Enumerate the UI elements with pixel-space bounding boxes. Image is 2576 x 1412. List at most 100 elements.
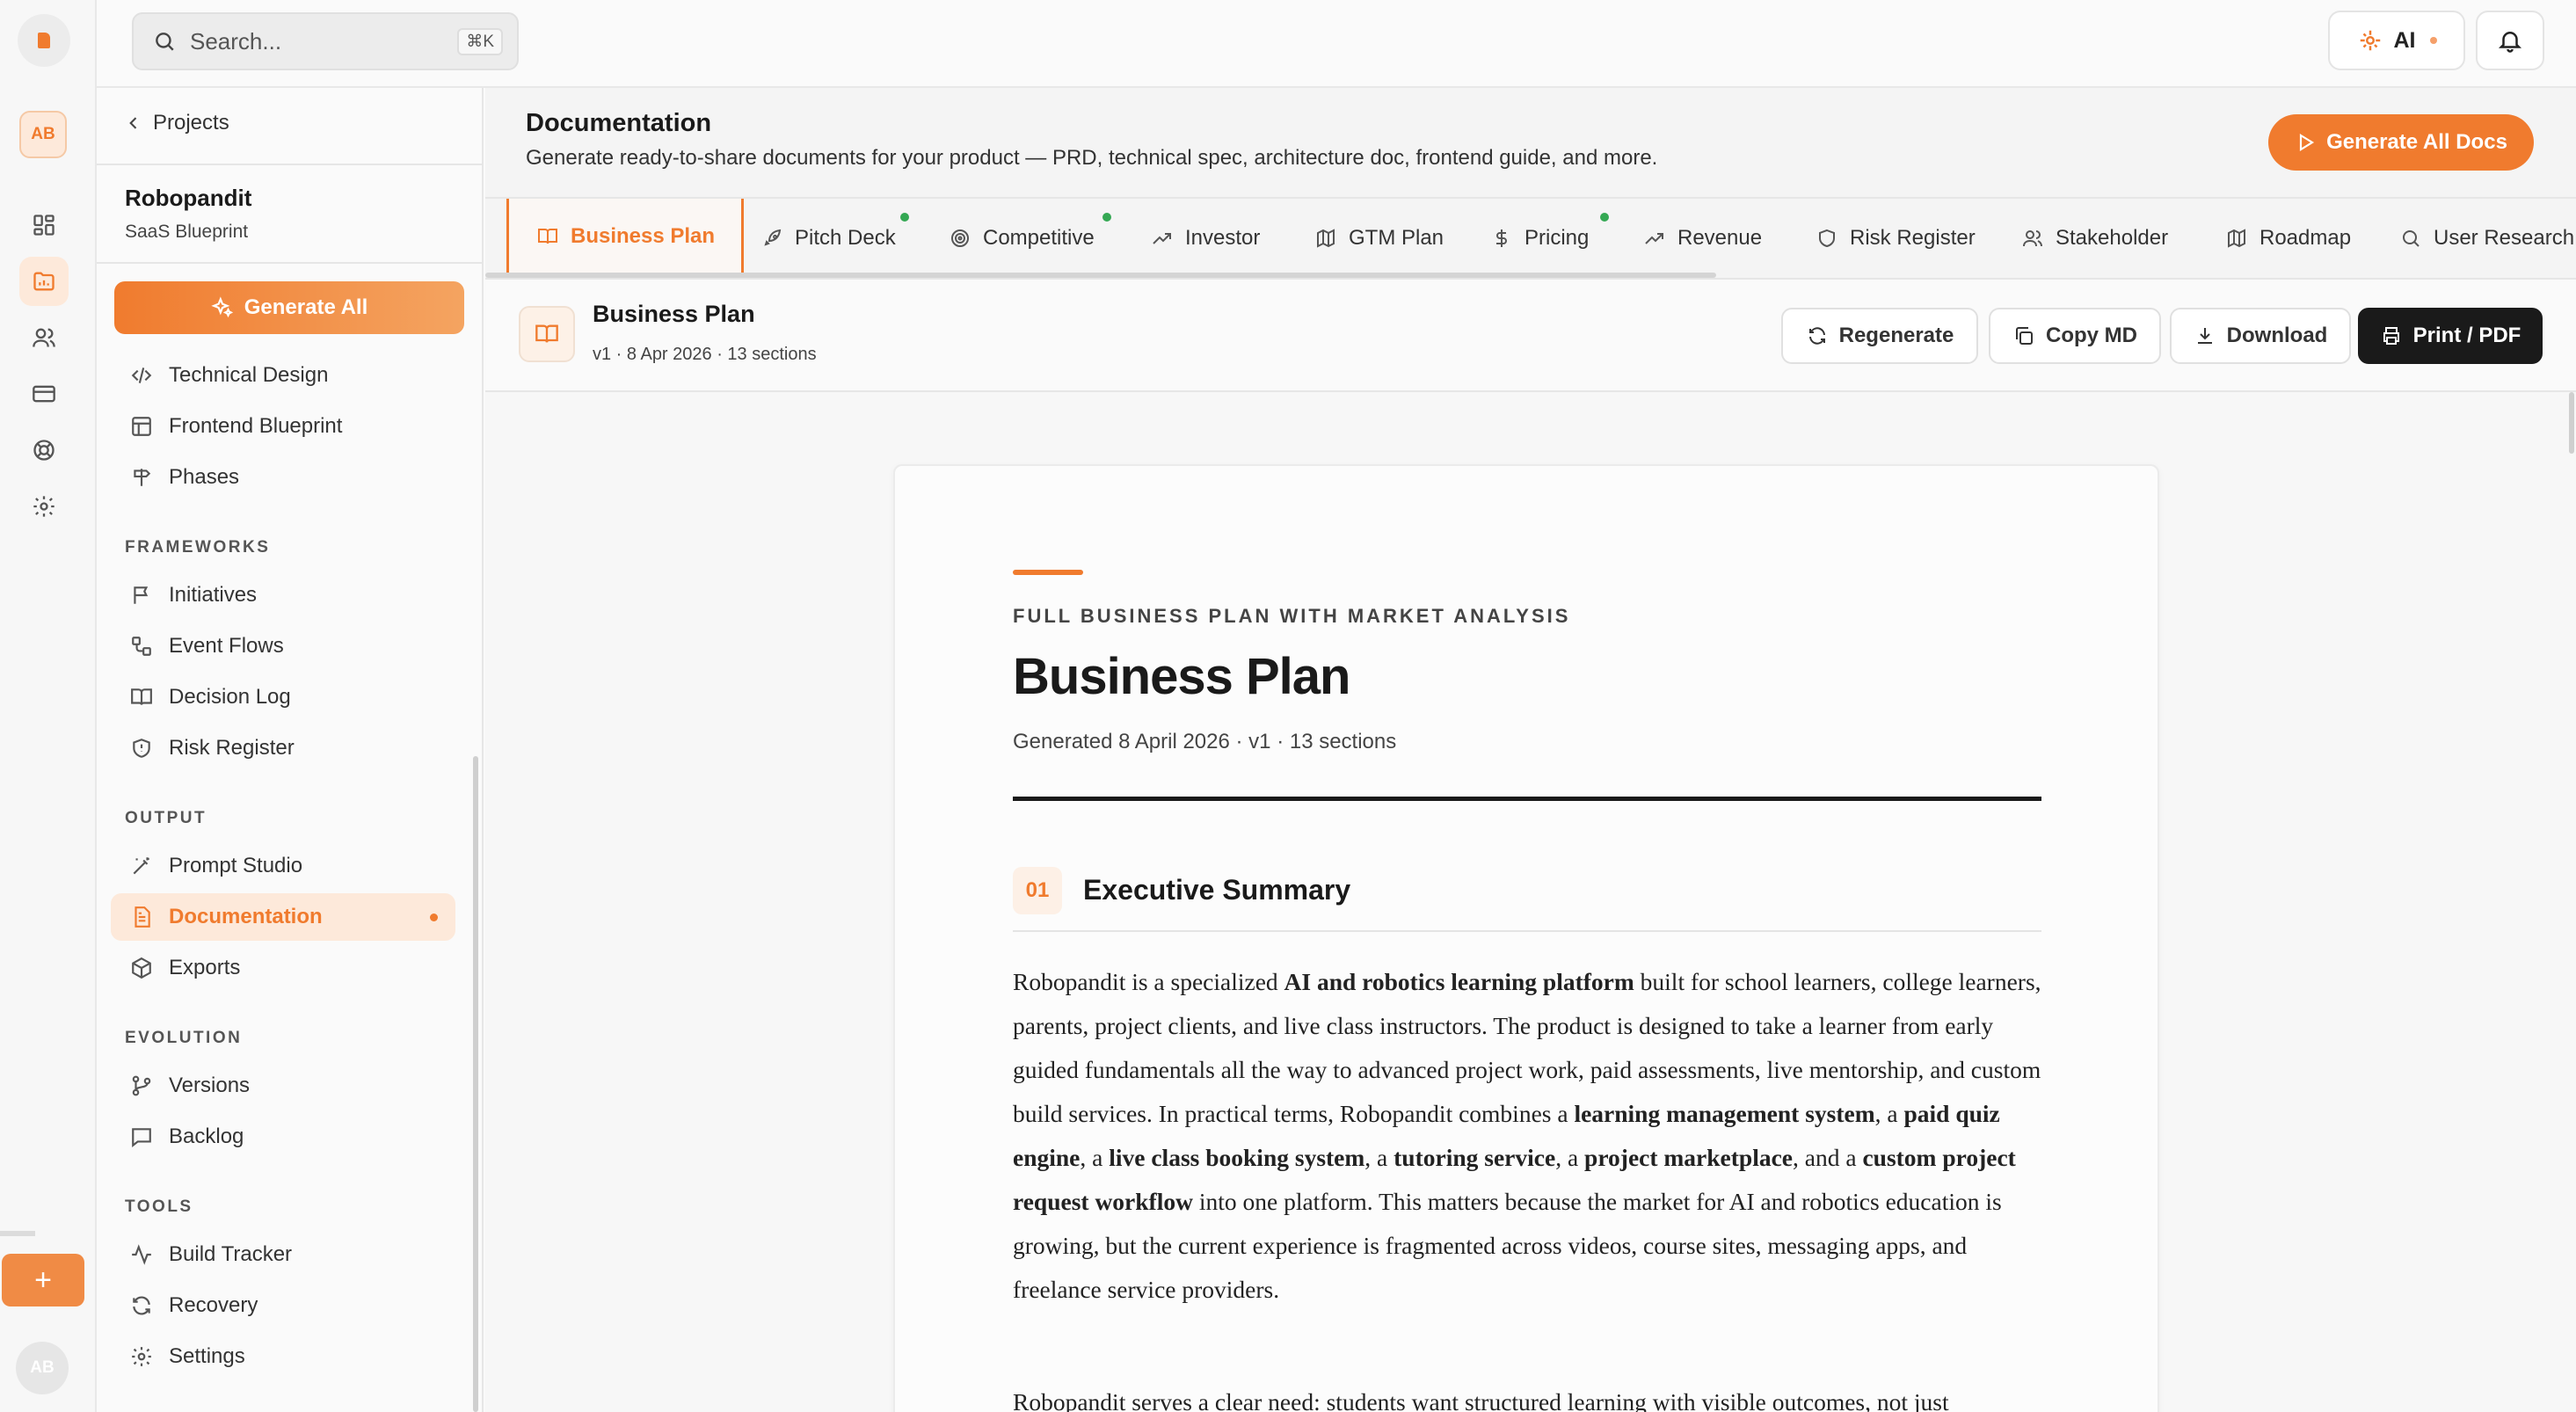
back-to-projects[interactable]: Projects — [125, 111, 229, 135]
tab-label: Stakeholder — [2056, 226, 2169, 250]
gear-icon[interactable] — [19, 482, 69, 531]
rail-divider — [0, 1231, 35, 1236]
workspace-avatar[interactable]: AB — [19, 111, 67, 158]
text-run: , a — [1080, 1144, 1110, 1171]
viewport-scrollbar[interactable] — [2569, 392, 2574, 454]
ai-sparkle-icon — [2357, 27, 2383, 54]
print-pdf-button[interactable]: Print / PDF — [2358, 308, 2543, 364]
nav-initiatives[interactable]: Initiatives — [111, 571, 455, 619]
nav-build-tracker[interactable]: Build Tracker — [111, 1231, 455, 1278]
app-logo[interactable] — [18, 14, 70, 67]
tab-risk-register[interactable]: Risk Register — [1815, 199, 1976, 278]
chevron-left-icon — [125, 114, 142, 132]
users-icon[interactable] — [19, 313, 69, 362]
map-icon — [2224, 226, 2249, 251]
text-run: Robopandit is a specialized — [1013, 968, 1284, 995]
shield-icon — [128, 735, 155, 761]
tab-revenue[interactable]: Revenue — [1642, 199, 1762, 278]
section-title: Executive Summary — [1083, 874, 1351, 906]
logo-mark-icon — [38, 33, 50, 48]
user-avatar[interactable]: AB — [16, 1342, 69, 1394]
tab-user-research[interactable]: User Research — [2398, 199, 2574, 278]
ai-button[interactable]: AI — [2328, 11, 2465, 70]
tab-business-plan[interactable]: Business Plan — [506, 199, 745, 278]
bold-phrase: AI and robotics learning platform — [1284, 968, 1634, 995]
copy-md-button[interactable]: Copy MD — [1989, 308, 2161, 364]
doc-name: Business Plan — [593, 301, 755, 327]
doc-tabs: Business Plan Pitch Deck Competitive Inv… — [485, 199, 2576, 280]
title-divider — [1013, 797, 2041, 801]
nav-versions[interactable]: Versions — [111, 1062, 455, 1110]
trending-up-icon — [1642, 226, 1667, 251]
download-button[interactable]: Download — [2170, 308, 2351, 364]
page-title: Documentation — [526, 109, 712, 137]
nav-phases[interactable]: Phases — [111, 454, 455, 501]
nav-decision-log[interactable]: Decision Log — [111, 673, 455, 721]
lifebuoy-icon[interactable] — [19, 426, 69, 475]
tab-pricing[interactable]: Pricing — [1489, 199, 1589, 278]
users-icon — [2020, 226, 2045, 251]
search-shortcut: ⌘K — [457, 28, 503, 55]
tabs-scrollbar[interactable] — [485, 273, 1716, 278]
trending-up-icon — [1150, 226, 1175, 251]
nav-label: Settings — [169, 1344, 245, 1368]
nav-label: Initiatives — [169, 583, 258, 607]
add-button[interactable]: + — [2, 1254, 84, 1306]
bold-phrase: project marketplace — [1584, 1144, 1794, 1171]
nav-technical-design[interactable]: Technical Design — [111, 352, 455, 399]
nav-exports[interactable]: Exports — [111, 944, 455, 992]
nav-event-flows[interactable]: Event Flows — [111, 622, 455, 670]
folder-icon[interactable] — [19, 257, 69, 306]
regenerate-button[interactable]: Regenerate — [1781, 308, 1978, 364]
notifications-button[interactable] — [2476, 11, 2544, 70]
project-name: Robopandit — [125, 185, 252, 211]
tab-label: Investor — [1185, 226, 1261, 250]
section-tools: TOOLS — [125, 1197, 193, 1216]
nav-risk-register[interactable]: Risk Register — [111, 724, 455, 772]
grid-icon[interactable] — [19, 200, 69, 250]
generate-all-button[interactable]: Generate All — [114, 281, 464, 334]
nav-label: Technical Design — [169, 363, 329, 387]
active-dot — [430, 913, 438, 921]
status-dot — [900, 213, 909, 222]
nav-recovery[interactable]: Recovery — [111, 1282, 455, 1329]
signpost-icon — [128, 464, 155, 491]
tab-gtm-plan[interactable]: GTM Plan — [1313, 199, 1444, 278]
nav-label: Prompt Studio — [169, 854, 303, 877]
sidebar-scrollbar[interactable] — [473, 756, 478, 1412]
tab-label: Pricing — [1524, 226, 1590, 250]
tab-roadmap[interactable]: Roadmap — [2224, 199, 2351, 278]
project-sidebar: Projects Robopandit SaaS Blueprint Gener… — [97, 88, 484, 1412]
text-run: , and a — [1793, 1144, 1863, 1171]
nav-documentation[interactable]: Documentation — [111, 893, 455, 941]
generate-all-docs-button[interactable]: Generate All Docs — [2268, 114, 2534, 171]
copy-md-label: Copy MD — [2046, 324, 2137, 347]
section-evolution: EVOLUTION — [125, 1029, 243, 1047]
search-icon — [153, 30, 176, 53]
nav-prompt-studio[interactable]: Prompt Studio — [111, 842, 455, 890]
nav-label: Exports — [169, 956, 241, 979]
generate-all-label: Generate All — [244, 295, 368, 319]
nav-label: Build Tracker — [169, 1242, 293, 1266]
search-box[interactable]: Search... ⌘K — [132, 12, 519, 70]
card-icon[interactable] — [19, 369, 69, 419]
tab-pitch-deck[interactable]: Pitch Deck — [760, 199, 896, 278]
rocket-icon — [760, 226, 784, 251]
nav-label: Risk Register — [169, 736, 295, 760]
nav-settings[interactable]: Settings — [111, 1333, 455, 1380]
nav-backlog[interactable]: Backlog — [111, 1113, 455, 1161]
nav-label: Decision Log — [169, 685, 291, 709]
section-divider — [1013, 930, 2041, 932]
tab-label: Roadmap — [2259, 226, 2352, 250]
summary-paragraph-2: Robopandit serves a clear need: students… — [1013, 1388, 1949, 1412]
tab-stakeholder[interactable]: Stakeholder — [2020, 199, 2168, 278]
download-icon — [2194, 324, 2216, 347]
nav-frontend-blueprint[interactable]: Frontend Blueprint — [111, 403, 455, 450]
file-text-icon — [128, 904, 155, 930]
refresh-icon — [128, 1292, 155, 1319]
tab-competitive[interactable]: Competitive — [948, 199, 1095, 278]
section-frameworks: FRAMEWORKS — [125, 538, 271, 557]
code-icon — [128, 362, 155, 389]
tab-investor[interactable]: Investor — [1150, 199, 1260, 278]
section-output: OUTPUT — [125, 809, 207, 827]
